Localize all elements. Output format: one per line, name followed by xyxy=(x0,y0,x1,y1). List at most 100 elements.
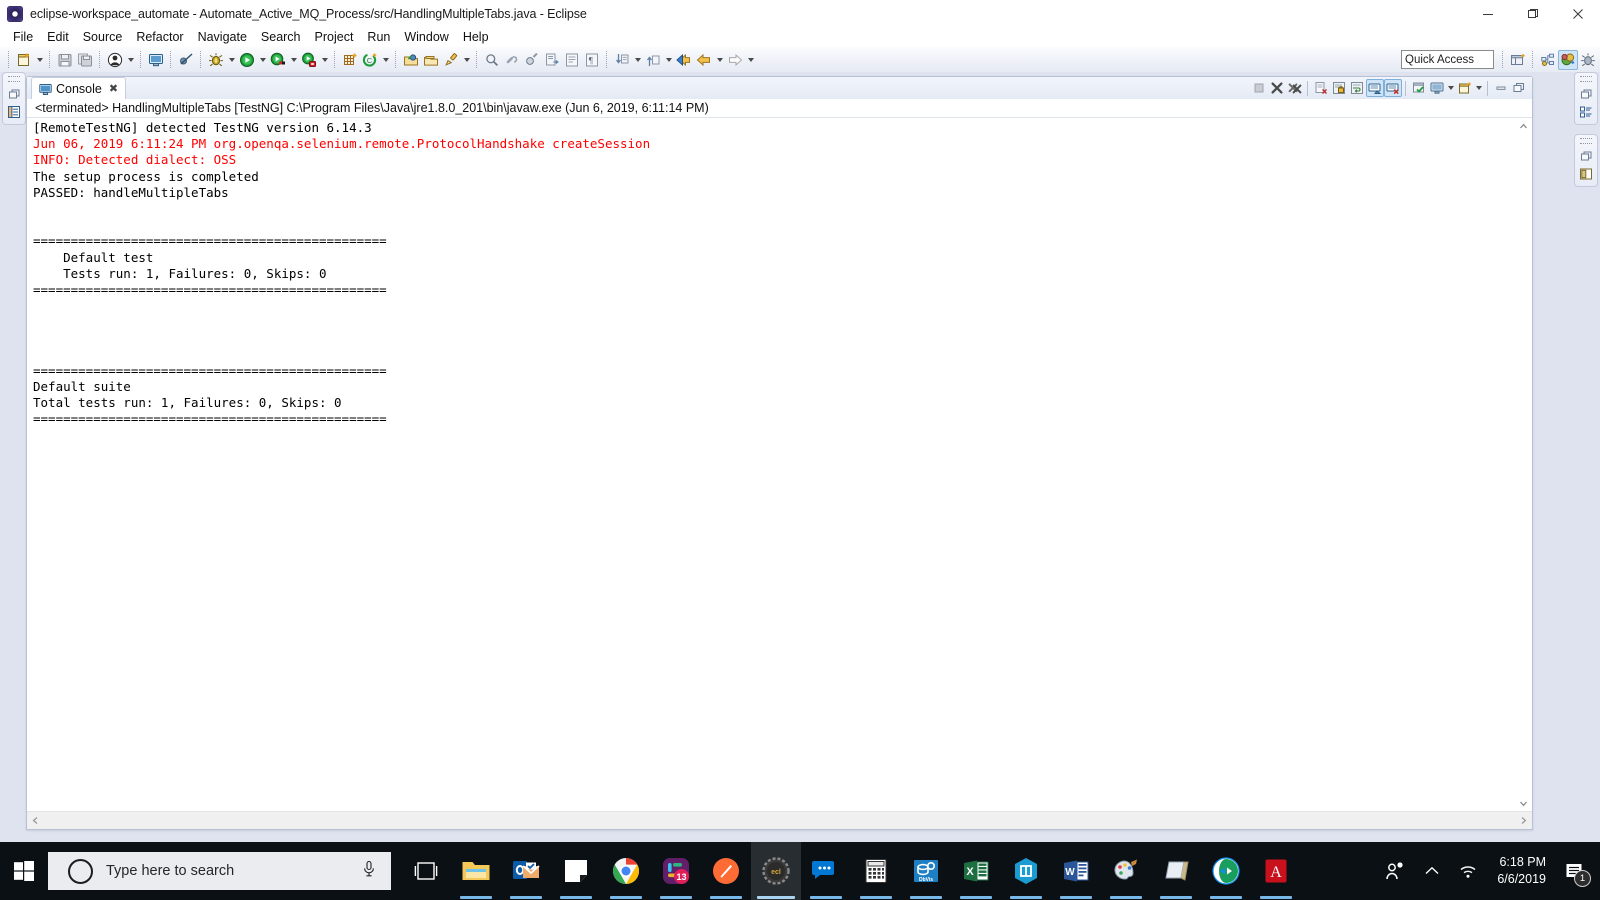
annotate-menu-arrow[interactable] xyxy=(461,50,472,70)
forward-icon[interactable] xyxy=(725,50,745,70)
console-output-area[interactable]: [RemoteTestNG] detected TestNG version 6… xyxy=(27,118,1532,829)
wifi-icon[interactable] xyxy=(1449,842,1487,900)
menu-file[interactable]: File xyxy=(6,29,40,45)
run-menu-arrow[interactable] xyxy=(257,50,268,70)
vertical-scroll-thumb[interactable] xyxy=(1517,135,1530,795)
display-selected-console-icon[interactable] xyxy=(1428,79,1446,97)
debug-icon[interactable] xyxy=(206,50,226,70)
forward-menu-arrow[interactable] xyxy=(745,50,756,70)
outline-icon[interactable] xyxy=(1577,103,1595,121)
sublime-text-icon[interactable] xyxy=(701,842,751,900)
word-wrap-icon[interactable] xyxy=(1348,79,1366,97)
maximize-icon[interactable] xyxy=(1510,0,1555,27)
close-icon[interactable] xyxy=(1555,0,1600,27)
console-text[interactable]: [RemoteTestNG] detected TestNG version 6… xyxy=(27,118,1515,812)
previous-annotation-icon[interactable] xyxy=(643,50,663,70)
save-icon[interactable] xyxy=(55,50,75,70)
external-tools-menu-arrow[interactable] xyxy=(319,50,330,70)
excel-icon[interactable]: X xyxy=(951,842,1001,900)
people-icon[interactable] xyxy=(1375,842,1415,900)
scroll-up-arrow-icon[interactable] xyxy=(1515,118,1532,135)
java-ee-perspective-icon[interactable] xyxy=(1558,49,1578,70)
debug-perspective-icon[interactable] xyxy=(1578,50,1598,70)
link-icon[interactable] xyxy=(502,50,522,70)
calculator-icon[interactable] xyxy=(851,842,901,900)
toggle-mark-occurrences-icon[interactable] xyxy=(522,50,542,70)
open-element-icon[interactable] xyxy=(542,50,562,70)
open-task-icon[interactable] xyxy=(421,50,441,70)
forward-arrow-left-menu-arrow[interactable] xyxy=(714,50,725,70)
java-perspective-icon[interactable] xyxy=(1538,50,1558,70)
new-java-class-menu-arrow[interactable] xyxy=(380,50,391,70)
debug-menu-arrow[interactable] xyxy=(226,50,237,70)
next-annotation-icon[interactable] xyxy=(612,50,632,70)
coverage-menu-arrow[interactable] xyxy=(288,50,299,70)
show-whitespace-icon[interactable] xyxy=(562,50,582,70)
restore-icon[interactable] xyxy=(1577,85,1595,103)
scroll-down-arrow-icon[interactable] xyxy=(1515,795,1532,812)
open-console-icon[interactable] xyxy=(146,50,166,70)
console-vertical-scrollbar[interactable] xyxy=(1514,118,1532,812)
new-java-package-icon[interactable] xyxy=(340,50,360,70)
open-console-menu-arrow[interactable] xyxy=(1474,79,1484,97)
search-input[interactable]: Type here to search xyxy=(48,852,391,890)
close-icon[interactable]: ✖ xyxy=(109,83,118,95)
slack-icon[interactable]: 13 xyxy=(651,842,701,900)
windows-start-icon[interactable] xyxy=(0,842,48,900)
search-icon[interactable] xyxy=(482,50,502,70)
package-explorer-icon[interactable] xyxy=(5,103,23,121)
menu-window[interactable]: Window xyxy=(397,29,455,45)
quick-access-input[interactable]: Quick Access xyxy=(1401,50,1494,69)
word-icon[interactable]: W xyxy=(1051,842,1101,900)
teamviewer-icon[interactable] xyxy=(1201,842,1251,900)
user-profile-menu-arrow[interactable] xyxy=(125,50,136,70)
forward-arrow-left-icon[interactable] xyxy=(694,50,714,70)
maximize-view-icon[interactable] xyxy=(1510,79,1528,97)
minimize-view-icon[interactable] xyxy=(1492,79,1510,97)
scroll-lock-icon[interactable] xyxy=(1330,79,1348,97)
minimize-icon[interactable] xyxy=(1465,0,1510,27)
menu-run[interactable]: Run xyxy=(360,29,397,45)
show-console-on-error-icon[interactable] xyxy=(1384,79,1402,97)
scroll-left-arrow-icon[interactable] xyxy=(27,812,44,829)
remove-all-terminated-icon[interactable] xyxy=(1286,79,1304,97)
menu-refactor[interactable]: Refactor xyxy=(129,29,190,45)
back-icon[interactable] xyxy=(674,50,694,70)
menu-edit[interactable]: Edit xyxy=(40,29,76,45)
external-tools-icon[interactable] xyxy=(299,50,319,70)
menu-project[interactable]: Project xyxy=(308,29,361,45)
dbvisualizer-icon[interactable]: DbVis xyxy=(901,842,951,900)
tab-console[interactable]: Console ✖ xyxy=(31,77,127,101)
terminate-icon[interactable] xyxy=(1250,79,1268,97)
clear-console-icon[interactable] xyxy=(1312,79,1330,97)
annotate-icon[interactable] xyxy=(441,50,461,70)
show-hidden-icons-chevron[interactable] xyxy=(1415,842,1449,900)
microphone-icon[interactable] xyxy=(361,860,377,883)
next-annotation-menu-arrow[interactable] xyxy=(632,50,643,70)
remove-launch-icon[interactable] xyxy=(1268,79,1286,97)
paint-icon[interactable] xyxy=(1101,842,1151,900)
pin-console-icon[interactable] xyxy=(1410,79,1428,97)
task-list-icon[interactable] xyxy=(1577,165,1595,183)
menu-navigate[interactable]: Navigate xyxy=(191,29,254,45)
new-java-class-icon[interactable]: C xyxy=(360,50,380,70)
block-selection-icon[interactable]: ¶ xyxy=(582,50,602,70)
grip-dots-icon[interactable] xyxy=(1580,76,1592,82)
eclipse-icon[interactable]: ecl xyxy=(751,842,801,900)
restore-icon[interactable] xyxy=(5,85,23,103)
grip-dots-icon[interactable] xyxy=(8,76,20,82)
sharepoint-icon[interactable] xyxy=(1001,842,1051,900)
run-icon[interactable] xyxy=(237,50,257,70)
skip-breakpoints-icon[interactable] xyxy=(176,50,196,70)
action-center-icon[interactable]: 1 xyxy=(1558,842,1600,900)
menu-search[interactable]: Search xyxy=(254,29,308,45)
scroll-right-arrow-icon[interactable] xyxy=(1515,812,1532,829)
google-chrome-icon[interactable] xyxy=(601,842,651,900)
console-horizontal-scrollbar[interactable] xyxy=(27,811,1532,829)
sticky-notes-icon[interactable] xyxy=(551,842,601,900)
restore-icon[interactable] xyxy=(1577,147,1595,165)
display-selected-console-menu-arrow[interactable] xyxy=(1446,79,1456,97)
grip-dots-icon[interactable] xyxy=(1580,138,1592,144)
outlook-icon[interactable] xyxy=(501,842,551,900)
file-explorer-icon[interactable] xyxy=(451,842,501,900)
